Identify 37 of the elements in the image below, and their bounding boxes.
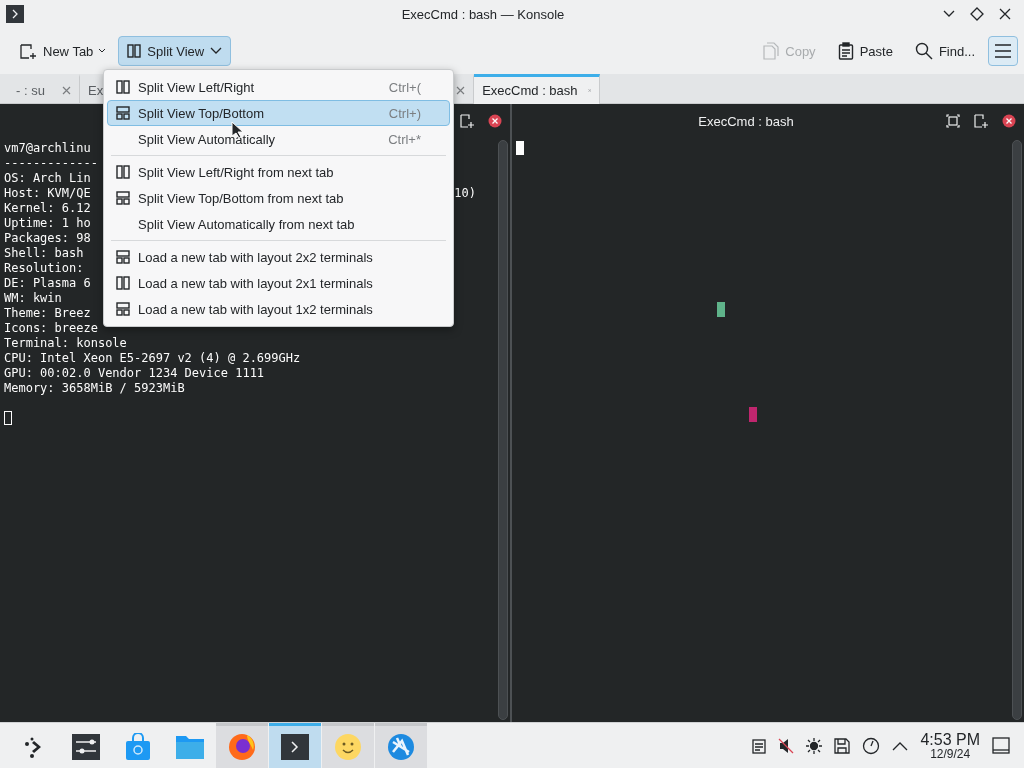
terminal-line: Shell: bash: [4, 246, 84, 261]
menu-item[interactable]: Split View Left/Right from next tab: [107, 159, 450, 185]
menu-item[interactable]: Load a new tab with layout 1x2 terminals: [107, 296, 450, 322]
terminal-line: Memory: 3658MiB / 5923MiB: [4, 381, 185, 396]
terminal-line: -------------: [4, 156, 98, 171]
menu-item[interactable]: Split View Top/Bottom Ctrl+): [107, 100, 450, 126]
menu-item[interactable]: Load a new tab with layout 2x2 terminals: [107, 244, 450, 270]
window-title: ExecCmd : bash — Konsole: [400, 6, 566, 22]
shortcut: Ctrl+): [388, 105, 421, 121]
terminal-line: WM: kwin: [4, 291, 62, 306]
terminal-line: GPU: 00:02.0 Vendor 1234 Device 1111: [4, 366, 265, 381]
menu-item[interactable]: Split View Top/Bottom from next tab: [107, 185, 450, 211]
clock[interactable]: 4:53 PM 12/9/24: [920, 731, 980, 760]
pane-title: ExecCmd : bash: [697, 113, 795, 129]
shortcut: Ctrl+(: [388, 79, 421, 95]
paste-button[interactable]: Paste: [828, 36, 902, 66]
terminal-line: Resolution:: [4, 261, 84, 276]
shortcut: Ctrl+*: [388, 131, 421, 147]
terminal-line: Packages: 98: [4, 231, 91, 246]
terminal-line: Icons: breeze: [4, 321, 98, 336]
terminal-line: Theme: Breez: [4, 306, 91, 321]
terminal-line: OS: Arch Lin: [4, 171, 91, 186]
new-tab-button[interactable]: New Tab: [10, 36, 115, 66]
terminal-line: Host: KVM/QE: [4, 186, 91, 201]
menu-item[interactable]: Split View Automatically from next tab: [107, 211, 450, 237]
terminal-line: vm7@archlinu: [4, 141, 91, 156]
terminal-line: Terminal: konsole: [4, 336, 127, 351]
menu-item[interactable]: Load a new tab with layout 2x1 terminals: [107, 270, 450, 296]
terminal-line: 10): [454, 186, 476, 201]
menu-item[interactable]: Split View Automatically Ctrl+*: [107, 126, 450, 152]
terminal-line: Kernel: 6.12: [4, 201, 91, 216]
split-view-button[interactable]: Split View: [118, 36, 232, 66]
terminal-line: Uptime: 1 ho: [4, 216, 91, 231]
terminal-line: DE: Plasma 6: [4, 276, 91, 291]
terminal-line: CPU: Intel Xeon E5-2697 v2 (4) @ 2.699GHz: [4, 351, 301, 366]
tab[interactable]: ExecCmd : bash: [474, 74, 601, 104]
find-button[interactable]: Find...: [905, 36, 984, 66]
